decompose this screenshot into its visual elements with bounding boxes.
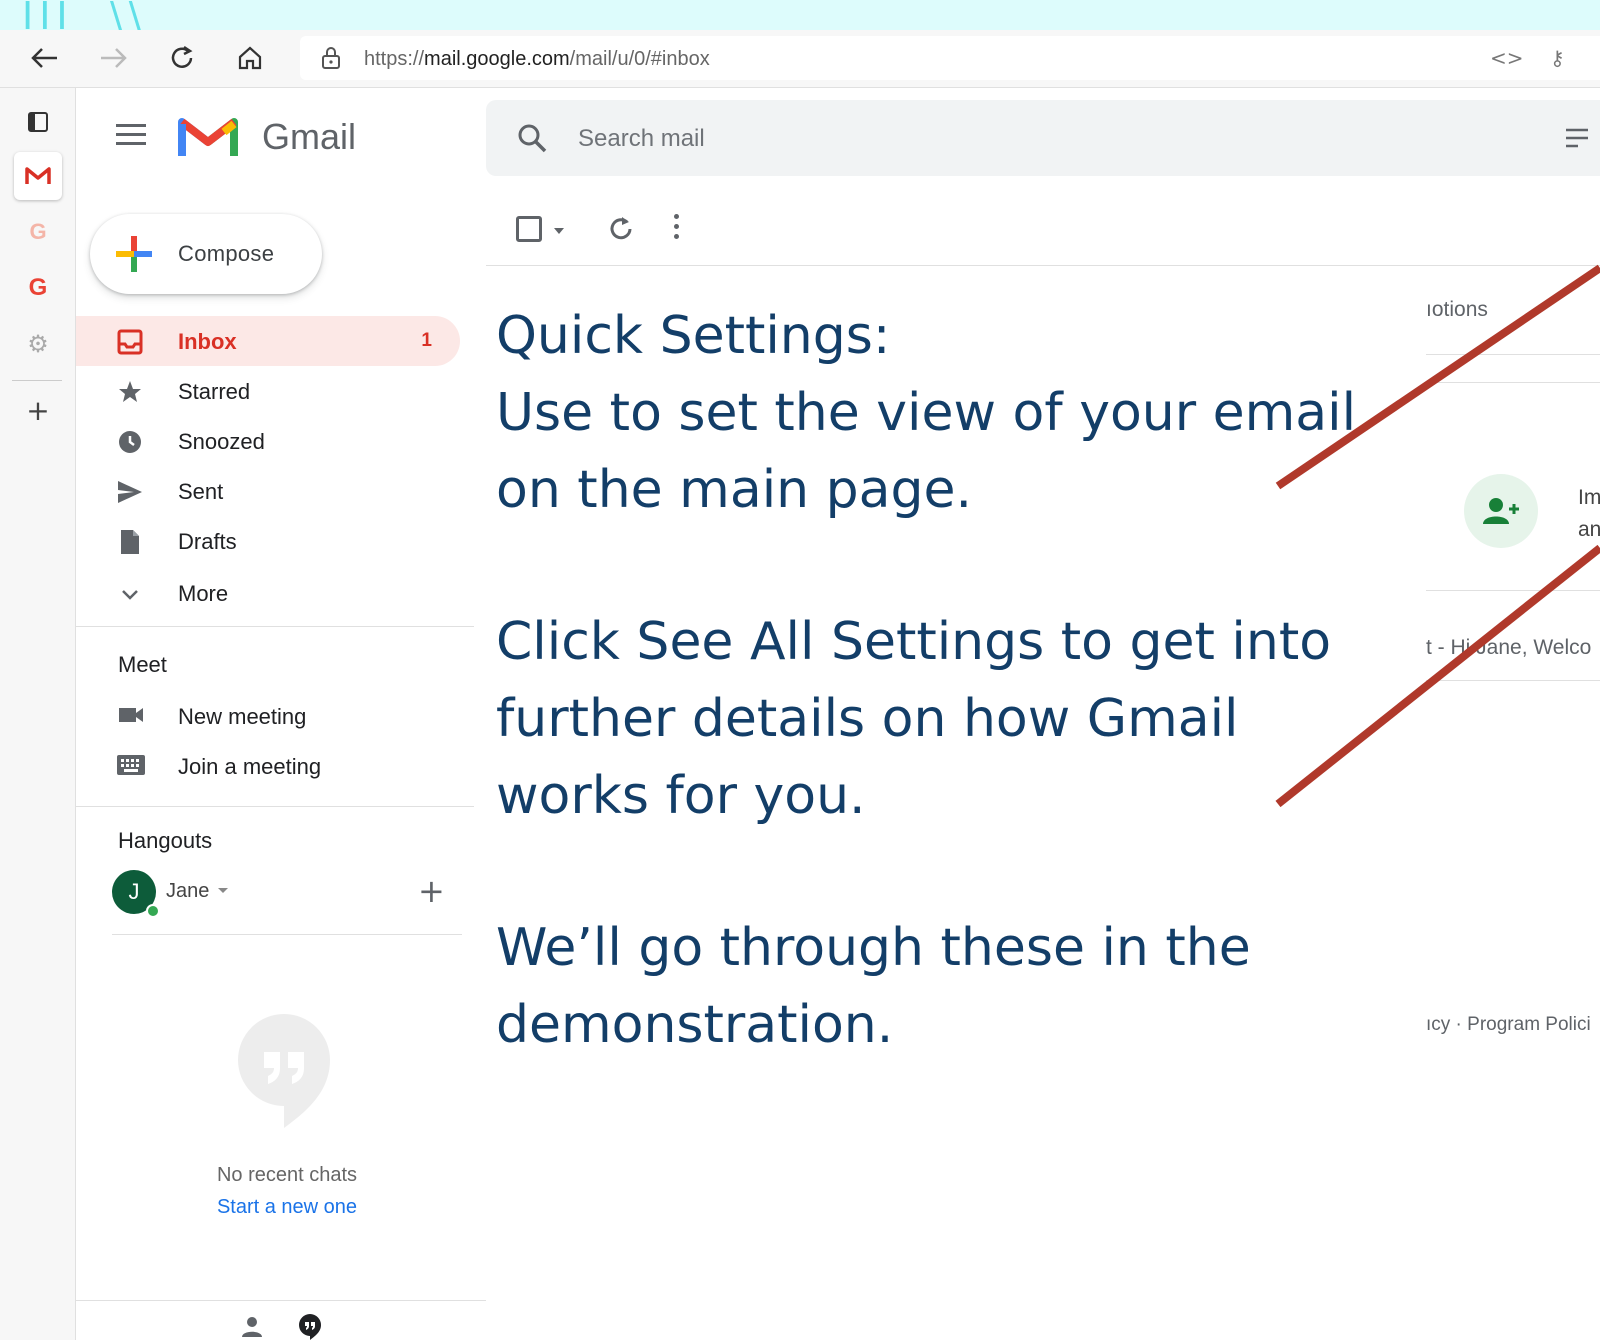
tab-actions-icon[interactable] [14,98,62,146]
forward-icon[interactable] [94,38,134,78]
annotation-line: Click See All Settings to get into [496,612,1332,672]
annotation-line: We’ll go through these in the [496,918,1251,978]
nav-item-label: Snoozed [178,429,265,454]
address-bar[interactable]: https://mail.google.com/mail/u/0/#inbox … [300,36,1600,80]
nav-item-more[interactable]: More [76,568,460,618]
more-options-icon[interactable] [672,214,680,244]
star-icon [116,378,144,406]
compose-plus-icon [116,236,152,272]
nav-item-label: Drafts [178,529,237,554]
add-contact-icon[interactable] [1464,474,1538,548]
browser-toolbar: https://mail.google.com/mail/u/0/#inbox … [0,30,1600,88]
screenshot-page: III \\ https://mail.google.com/mail/u/0/… [0,0,1600,1340]
annotation-line: on the main page. [496,460,973,520]
slide-top-strip: III \\ [0,0,1600,30]
nav-item-starred[interactable]: Starred [76,366,460,416]
annotation-line: works for you. [496,766,866,826]
annotation-line: demonstration. [496,995,894,1055]
main-menu-icon[interactable] [116,124,146,148]
nav-item-label: Inbox [178,329,237,354]
tab-separator [12,380,62,381]
search-bar[interactable]: Search mail [486,100,1600,176]
tabs-divider [1426,382,1600,383]
nav-item-drafts[interactable]: Drafts [76,516,460,566]
home-icon[interactable] [230,38,270,78]
meet-item-label: New meeting [178,704,307,729]
video-icon [116,702,146,728]
promo-text-line2: an [1578,518,1600,541]
no-recent-chats-text: No recent chats [216,1164,358,1186]
reload-icon[interactable] [162,38,202,78]
nav-item-label: Starred [178,379,251,404]
email-snippet[interactable]: t - Hi Jane, Welco [1426,636,1591,660]
hangouts-bubble-icon [238,1014,330,1128]
hangouts-quote-icon[interactable] [290,1312,330,1340]
mail-toolbar [486,200,1600,266]
inbox-icon [116,328,144,356]
tabs-divider [1426,354,1600,355]
new-tab-icon[interactable]: + [14,386,62,434]
inbox-unread-count: 1 [421,330,432,351]
google-tab-icon[interactable]: G [14,264,62,312]
meet-divider [76,806,474,807]
hangouts-bottom-divider [76,1300,486,1301]
compose-label: Compose [178,241,275,266]
clock-icon [116,428,144,456]
hangouts-heading: Hangouts [118,828,213,853]
slide-annotation-text: Quick Settings: Use to set the view of y… [496,298,1396,1064]
nav-item-label: Sent [178,479,224,504]
annotation-line: Use to set the view of your email [496,383,1357,443]
meet-new-meeting[interactable]: New meeting [76,692,460,738]
settings-tab-icon[interactable]: ⚙ [14,320,62,368]
search-icon[interactable] [516,122,548,154]
user-dropdown-caret-icon[interactable] [218,888,228,893]
compose-button[interactable]: Compose [90,214,322,294]
google-tab-faded-icon[interactable]: G [14,208,62,256]
gmail-logo-text: Gmail [262,116,357,157]
footer-links[interactable]: ıcy · Program Polici [1426,1014,1591,1036]
search-input[interactable]: Search mail [578,125,705,153]
decoration-lines-icon: III [22,0,74,30]
select-dropdown-icon[interactable] [554,228,564,234]
reader-view-icon[interactable]: <> [1490,46,1524,70]
decoration-slashes-icon: \\ [110,0,148,30]
nav-item-sent[interactable]: Sent [76,466,460,516]
nav-item-inbox[interactable]: Inbox 1 [76,316,460,366]
back-icon[interactable] [24,38,64,78]
meet-item-label: Join a meeting [178,754,322,779]
lock-icon [322,47,340,69]
nav-divider [76,626,474,627]
nav-item-label: More [178,581,229,606]
meet-join-meeting[interactable]: Join a meeting [76,742,460,788]
refresh-icon[interactable] [604,212,638,246]
address-url: https://mail.google.com/mail/u/0/#inbox [364,48,710,70]
hangouts-user-name[interactable]: Jane [166,880,209,903]
meet-heading: Meet [118,652,167,677]
nav-item-snoozed[interactable]: Snoozed [76,416,460,466]
row-divider [1426,680,1600,681]
row-divider [1426,590,1600,591]
contacts-icon[interactable] [232,1312,272,1340]
gmail-tab-icon[interactable] [14,152,62,200]
annotation-title: Quick Settings: [496,306,891,366]
send-icon [116,478,144,506]
vertical-tab-strip: G G ⚙ + [0,88,76,1340]
select-all-checkbox[interactable] [516,216,542,242]
key-icon[interactable]: ⚷ [1550,46,1565,70]
online-status-dot [146,904,160,918]
promo-text-line1: Im [1578,486,1600,509]
annotation-line: further details on how Gmail [496,689,1239,749]
add-chat-icon[interactable]: + [418,872,445,910]
gmail-logo-icon [178,118,238,156]
draft-icon [116,528,144,556]
chevron-down-icon [116,580,144,608]
hangouts-divider [112,934,462,935]
start-new-chat-link[interactable]: Start a new one [0,1196,574,1219]
keyboard-icon [116,752,146,778]
search-options-icon[interactable] [1564,126,1590,150]
promotions-tab-label[interactable]: ıotions [1426,298,1488,322]
